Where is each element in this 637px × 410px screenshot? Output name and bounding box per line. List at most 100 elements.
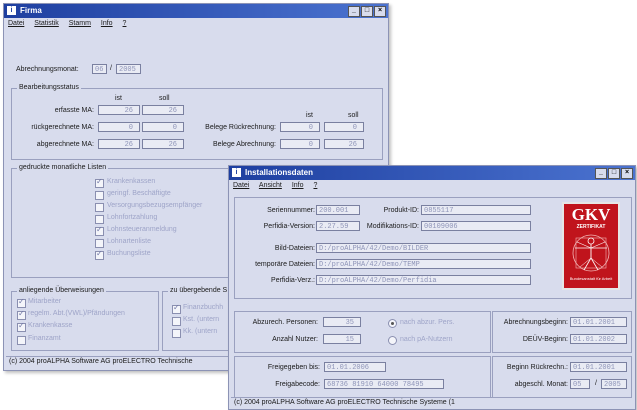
abzurech-personen-field[interactable]: 35 bbox=[323, 317, 361, 327]
abgerechnete-ma-label: abgerechnete MA: bbox=[36, 141, 94, 148]
menu-info[interactable]: Info bbox=[101, 20, 113, 27]
close-icon[interactable]: × bbox=[374, 6, 386, 17]
menu-datei[interactable]: Datei bbox=[8, 20, 24, 27]
bild-dateien-field: D:/proALPHA/42/Demo/BILDER bbox=[316, 243, 531, 253]
belege-rueckrechnung-label: Belege Rückrechnung: bbox=[205, 124, 276, 131]
bearbeitungsstatus-group: Bearbeitungsstatus ist soll erfasste MA:… bbox=[11, 84, 383, 160]
close-icon[interactable]: × bbox=[621, 168, 633, 179]
bearbeitungsstatus-title: Bearbeitungsstatus bbox=[17, 84, 81, 91]
maximize-icon[interactable]: □ bbox=[361, 6, 373, 17]
checkbox-lohnsteuer[interactable] bbox=[95, 225, 104, 236]
ist-header: ist bbox=[115, 95, 122, 102]
label-lohnarten: Lohnartenliste bbox=[107, 238, 151, 245]
freigabecode-label: Freigabecode: bbox=[275, 381, 320, 388]
checkbox-geringf[interactable] bbox=[95, 191, 104, 200]
install-menubar: Datei Ansicht Info ? bbox=[229, 180, 635, 191]
produkt-id-field: 0855117 bbox=[421, 205, 531, 215]
rueckgerechnete-ma-soll: 0 bbox=[142, 122, 184, 132]
erfasste-ma-soll: 26 bbox=[142, 105, 184, 115]
checkbox-finanzamt[interactable] bbox=[17, 336, 26, 345]
erfasste-ma-label: erfasste MA: bbox=[54, 107, 94, 114]
label-versorgung: Versorgungsbezugsempfänger bbox=[107, 202, 203, 209]
maximize-icon[interactable]: □ bbox=[608, 168, 620, 179]
minimize-icon[interactable]: _ bbox=[595, 168, 607, 179]
abrechnungsmonat-sep: / bbox=[110, 65, 112, 72]
menu-ansicht[interactable]: Ansicht bbox=[259, 182, 282, 189]
radio-nach-pa-nutzern[interactable] bbox=[388, 336, 397, 345]
menu-help[interactable]: ? bbox=[313, 182, 317, 189]
personen-group: Abzurech. Personen: 35 nach abzur. Pers.… bbox=[234, 311, 491, 353]
firma-titlebar[interactable]: i Firma _ □ × bbox=[4, 4, 388, 18]
label-kk: Kk. (untern bbox=[183, 328, 218, 335]
abrechnungsmonat-year-field[interactable]: 2005 bbox=[116, 64, 141, 74]
label-mitarbeiter: Mitarbeiter bbox=[28, 298, 62, 305]
perfidia-version-label: Perfidia-Version: bbox=[263, 223, 315, 230]
menu-info[interactable]: Info bbox=[292, 182, 304, 189]
install-window: i Installationsdaten _ □ × Datei Ansicht … bbox=[228, 165, 636, 410]
checkbox-kst[interactable] bbox=[172, 317, 181, 326]
label-krankenkassen: Krankenkassen bbox=[107, 178, 156, 185]
abgeschl-monat-month-field[interactable]: 05 bbox=[570, 379, 590, 389]
abrechnungsbeginn-field[interactable]: 01.01.2001 bbox=[570, 317, 627, 327]
deuev-beginn-field[interactable]: 01.01.2002 bbox=[570, 334, 627, 344]
freigabecode-field: 68736 81910 64000 78495 bbox=[324, 379, 444, 389]
belege-rueckrechnung-soll: 0 bbox=[324, 122, 364, 132]
label-geringf: geringf. Beschäftigte bbox=[107, 190, 171, 197]
minimize-icon[interactable]: _ bbox=[348, 6, 360, 17]
abgerechnete-ma-soll: 26 bbox=[142, 139, 184, 149]
install-title: Installationsdaten bbox=[245, 168, 314, 177]
checkbox-versorgung[interactable] bbox=[95, 203, 104, 212]
beginn-rueckrechn-field[interactable]: 01.01.2001 bbox=[570, 362, 627, 372]
label-finanzamt: Finanzamt bbox=[28, 335, 61, 342]
vitruvian-figure-icon bbox=[572, 234, 610, 272]
belege-rueckrechnung-ist: 0 bbox=[280, 122, 320, 132]
abrechnungsmonat-month-field[interactable]: 06 bbox=[92, 64, 107, 74]
bild-dateien-label: Bild-Dateien: bbox=[274, 245, 315, 252]
checkbox-lohnarten[interactable] bbox=[95, 239, 104, 248]
perfidia-version-field: 2.27.59 bbox=[316, 221, 360, 231]
checkbox-kk[interactable] bbox=[172, 329, 181, 338]
menu-stamm[interactable]: Stamm bbox=[69, 20, 91, 27]
label-finanzbuchh: Finanzbuchh bbox=[183, 304, 224, 311]
checkbox-buchungsliste[interactable] bbox=[95, 249, 104, 260]
checkbox-krankenkassen[interactable] bbox=[95, 177, 104, 188]
ist-header-right: ist bbox=[306, 112, 313, 119]
seriennummer-field: 200.001 bbox=[316, 205, 360, 215]
radio-nach-abzur-pers[interactable] bbox=[388, 319, 397, 328]
anzahl-nutzer-field[interactable]: 15 bbox=[323, 334, 361, 344]
menu-datei[interactable]: Datei bbox=[233, 182, 249, 189]
install-statusbar: (c) 2004 proALPHA Software AG proELECTRO… bbox=[231, 397, 632, 408]
gkv-text: GKV bbox=[571, 205, 611, 224]
abgeschl-monat-sep: / bbox=[595, 380, 597, 387]
firma-menubar: Datei Statistik Stamm Info ? bbox=[4, 18, 388, 29]
label-buchungsliste: Buchungsliste bbox=[107, 250, 151, 257]
app-icon: i bbox=[232, 168, 241, 178]
menu-help[interactable]: ? bbox=[123, 20, 127, 27]
label-kst: Kst. (untern bbox=[183, 316, 220, 323]
deuev-beginn-label: DEÜV-Beginn: bbox=[522, 336, 568, 343]
checkbox-mitarbeiter[interactable] bbox=[17, 297, 26, 308]
rueckgerechnete-ma-label: rückgerechnete MA: bbox=[31, 124, 94, 131]
checkbox-finanzbuchh[interactable] bbox=[172, 303, 181, 314]
checkbox-regelm[interactable] bbox=[17, 309, 26, 320]
menu-statistik[interactable]: Statistik bbox=[34, 20, 59, 27]
beginn-rueckrechn-label: Beginn Rückrechn.: bbox=[506, 364, 568, 371]
abrechnungsbeginn-label: Abrechnungsbeginn: bbox=[503, 319, 568, 326]
anzahl-nutzer-label: Anzahl Nutzer: bbox=[272, 336, 318, 343]
ueberweisungen-group: anliegende Überweisungen Mitarbeiter reg… bbox=[11, 287, 159, 351]
checkbox-krankenkasse[interactable] bbox=[17, 321, 26, 332]
abgerechnete-ma-ist: 26 bbox=[98, 139, 140, 149]
install-titlebar[interactable]: i Installationsdaten _ □ × bbox=[229, 166, 635, 180]
abgeschl-monat-label: abgeschl. Monat: bbox=[514, 381, 568, 388]
abgeschl-monat-year-field[interactable]: 2005 bbox=[601, 379, 627, 389]
freigegeben-bis-field: 01.01.2006 bbox=[324, 362, 386, 372]
abrechnungsmonat-label: Abrechnungsmonat: bbox=[16, 66, 79, 73]
modifikations-id-label: Modifikations-ID: bbox=[366, 223, 419, 230]
label-lohnsteuer: Lohnsteueranmeldung bbox=[107, 226, 177, 233]
gkv-caption: Bundesanstalt für Arbeit bbox=[569, 276, 613, 281]
temp-dateien-label: temporäre Dateien: bbox=[255, 261, 315, 268]
label-krankenkasse: Krankenkasse bbox=[28, 322, 73, 329]
checkbox-lohnfortzahlung[interactable] bbox=[95, 215, 104, 224]
app-icon: i bbox=[7, 6, 16, 16]
firma-title: Firma bbox=[20, 6, 42, 15]
